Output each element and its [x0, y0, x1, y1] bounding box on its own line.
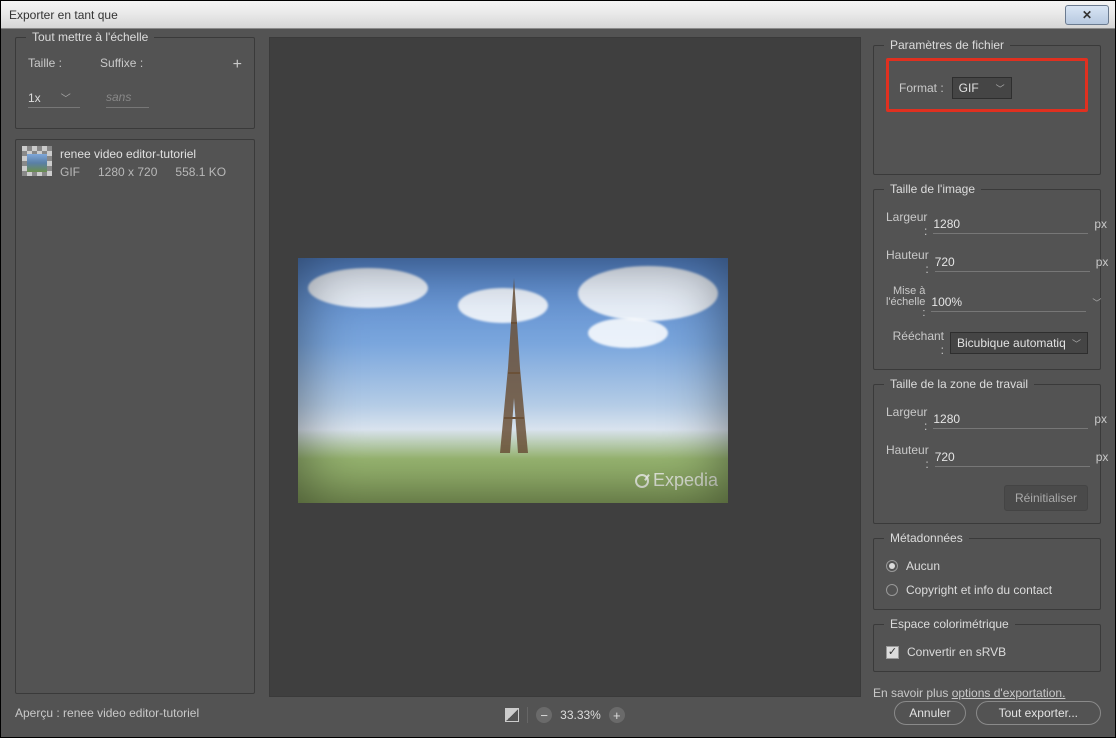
footer: Aperçu : renee video editor-tutoriel Ann… — [15, 697, 1101, 729]
canvas-size-panel: Taille de la zone de travail Largeur : p… — [873, 384, 1101, 524]
scale-label: Mise à l'échelle : — [886, 286, 925, 319]
suffix-label: Suffixe : — [100, 56, 143, 74]
checkbox-icon — [886, 646, 899, 659]
format-label: Format : — [899, 81, 944, 95]
preview-status: Aperçu : renee video editor-tutoriel — [15, 706, 199, 720]
unit-px: px — [1094, 412, 1107, 426]
file-settings-legend: Paramètres de fichier — [884, 38, 1010, 52]
suffix-input[interactable]: sans — [106, 88, 149, 108]
unit-px: px — [1094, 217, 1107, 231]
canvas-height-input[interactable] — [935, 448, 1090, 467]
scale-legend: Tout mettre à l'échelle — [26, 30, 154, 44]
resample-label: Rééchant : — [886, 329, 944, 357]
metadata-none-row[interactable]: Aucun — [886, 559, 1088, 573]
colorspace-legend: Espace colorimétrique — [884, 617, 1015, 631]
metadata-copyright-label: Copyright et info du contact — [906, 583, 1052, 597]
add-size-button[interactable]: + — [233, 56, 242, 74]
image-size-panel: Taille de l'image Largeur : px Hauteur :… — [873, 189, 1101, 370]
canvas-height-label: Hauteur : — [886, 443, 929, 471]
width-label: Largeur : — [886, 210, 927, 238]
metadata-panel: Métadonnées Aucun Copyright et info du c… — [873, 538, 1101, 610]
cancel-button[interactable]: Annuler — [894, 701, 965, 725]
size-dropdown[interactable]: 1x ﹀ — [28, 88, 80, 108]
metadata-legend: Métadonnées — [884, 531, 969, 545]
scale-input[interactable] — [931, 293, 1086, 312]
file-format: GIF — [60, 164, 80, 180]
resample-value: Bicubique automatique — [957, 336, 1066, 350]
canvas-size-legend: Taille de la zone de travail — [884, 377, 1034, 391]
list-item[interactable]: renee video editor-tutoriel GIF 1280 x 7… — [22, 146, 248, 180]
reset-button[interactable]: Réinitialiser — [1004, 485, 1088, 511]
file-settings-panel: Paramètres de fichier Format : GIF ﹀ — [873, 45, 1101, 175]
scale-all-panel: Tout mettre à l'échelle Taille : Suffixe… — [15, 37, 255, 129]
window-title: Exporter en tant que — [9, 8, 118, 22]
size-value: 1x — [28, 91, 41, 105]
radio-icon — [886, 560, 898, 572]
format-highlight: Format : GIF ﹀ — [886, 58, 1088, 112]
chevron-down-icon: ﹀ — [61, 90, 71, 105]
export-all-button[interactable]: Tout exporter... — [976, 701, 1101, 725]
unit-px: px — [1096, 450, 1109, 464]
image-size-legend: Taille de l'image — [884, 182, 981, 196]
resample-select[interactable]: Bicubique automatique ﹀ — [950, 332, 1088, 354]
chevron-down-icon: ﹀ — [996, 82, 1005, 95]
convert-srgb-row[interactable]: Convertir en sRVB — [886, 645, 1088, 659]
metadata-copyright-row[interactable]: Copyright et info du contact — [886, 583, 1088, 597]
height-label: Hauteur : — [886, 248, 929, 276]
expedia-logo-icon — [635, 474, 649, 488]
canvas-width-label: Largeur : — [886, 405, 927, 433]
file-thumbnail — [22, 146, 52, 176]
preview-image: Expedia — [298, 258, 728, 503]
titlebar: Exporter en tant que ✕ — [1, 1, 1115, 29]
file-list: renee video editor-tutoriel GIF 1280 x 7… — [15, 139, 255, 694]
height-input[interactable] — [935, 253, 1090, 272]
radio-icon — [886, 584, 898, 596]
file-dimensions: 1280 x 720 — [98, 164, 157, 180]
eiffel-tower-graphic — [498, 278, 530, 453]
watermark: Expedia — [635, 470, 718, 491]
unit-px: px — [1096, 255, 1109, 269]
metadata-none-label: Aucun — [906, 559, 940, 573]
chevron-down-icon: ﹀ — [1072, 337, 1081, 350]
chevron-down-icon[interactable]: ﹀ — [1092, 296, 1101, 309]
colorspace-panel: Espace colorimétrique Convertir en sRVB — [873, 624, 1101, 672]
size-label: Taille : — [28, 56, 62, 74]
file-size: 558.1 KO — [175, 164, 226, 180]
format-select[interactable]: GIF ﹀ — [952, 77, 1012, 99]
file-name: renee video editor-tutoriel — [60, 146, 226, 162]
format-value: GIF — [959, 81, 979, 95]
canvas-width-input[interactable] — [933, 410, 1088, 429]
close-button[interactable]: ✕ — [1065, 5, 1109, 25]
preview-canvas: Expedia — [269, 37, 861, 697]
width-input[interactable] — [933, 215, 1088, 234]
convert-srgb-label: Convertir en sRVB — [907, 645, 1006, 659]
